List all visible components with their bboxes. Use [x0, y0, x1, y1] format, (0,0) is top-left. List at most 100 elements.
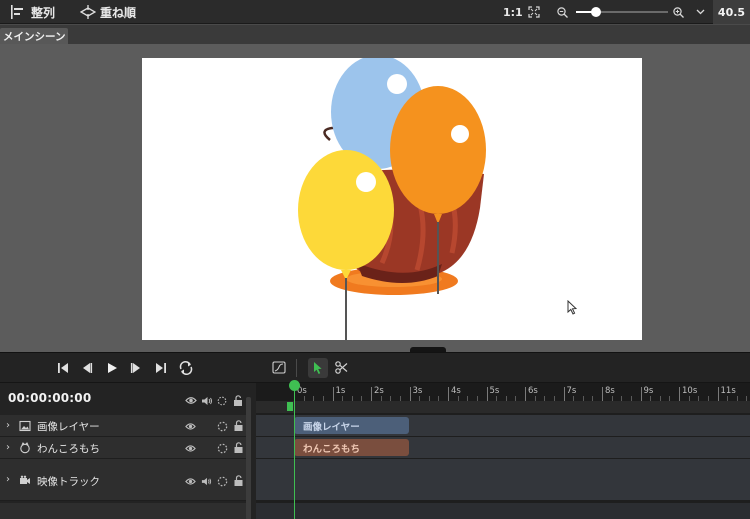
preview-area [0, 44, 750, 353]
ruler-tick [448, 387, 449, 401]
zoom-out-button[interactable] [557, 0, 568, 24]
ruler-tick [563, 387, 565, 401]
graph-editor-icon[interactable] [272, 361, 286, 374]
speaker-icon[interactable] [201, 396, 213, 406]
timeline-tracks-panel: 0s 1s 2s 3s 4s 5s 6s 7s 8s 9s 10s 11s 画像レイヤー わんころもち [256, 353, 750, 519]
step-forward-icon[interactable] [129, 361, 143, 375]
toolbar-divider [296, 359, 297, 377]
zoom-in-button[interactable] [673, 0, 684, 24]
ruler-label: 8s [605, 386, 615, 396]
ruler-tick [332, 387, 334, 401]
zoom-reset-button[interactable]: 1:1 [503, 0, 523, 24]
track-name: わんころもち [37, 443, 100, 455]
playhead-line [294, 383, 295, 519]
scissors-icon[interactable] [335, 361, 348, 374]
chevron-down-icon [696, 9, 705, 15]
lane-empty [256, 503, 750, 519]
tab-main-scene[interactable]: メインシーン [0, 28, 68, 45]
skip-to-end-icon[interactable] [154, 361, 168, 375]
clip-label: 画像レイヤー [303, 421, 360, 433]
pointer-icon [314, 362, 322, 374]
stack-order-label: 重ね順 [100, 5, 137, 20]
track-name: 映像トラック [37, 476, 100, 488]
ruler-label: 4s [451, 386, 461, 396]
expand-chevron-icon[interactable]: › [6, 420, 10, 431]
tab-main-scene-label: メインシーン [3, 31, 66, 43]
ruler-label: 6s [528, 386, 538, 396]
lane-image-layer: 画像レイヤー [256, 415, 750, 437]
zoom-slider[interactable] [576, 6, 668, 18]
unlock-icon[interactable] [233, 395, 243, 406]
hide-toggle-icon[interactable] [217, 443, 228, 454]
expand-chevron-icon[interactable]: › [6, 442, 10, 453]
ruler-label: 10s [682, 386, 698, 396]
orange-balloon [390, 86, 486, 214]
zoom-out-icon [557, 6, 568, 18]
ruler-tick [486, 387, 488, 401]
transport-controls [0, 353, 256, 383]
ruler-label: 7s [566, 386, 577, 396]
mouse-cursor-icon [567, 300, 577, 315]
zoom-dropdown-button[interactable] [696, 0, 705, 24]
eye-icon[interactable] [185, 443, 196, 454]
zoom-value-box[interactable]: 40.5 [713, 0, 750, 24]
work-area-bar[interactable] [256, 401, 750, 413]
step-back-icon[interactable] [80, 361, 94, 375]
clip-label: わんころもち [303, 443, 361, 455]
preview-canvas[interactable] [142, 58, 642, 340]
playhead-marker-flag [287, 402, 293, 411]
ruler-label: 5s [489, 386, 500, 396]
character-icon [20, 442, 30, 454]
ruler-label: 3s [412, 386, 423, 396]
unlock-icon[interactable] [233, 442, 244, 453]
ruler-label: 9s [643, 386, 654, 396]
align-label: 整列 [31, 5, 56, 20]
ruler-tick [602, 387, 603, 401]
lane-video [256, 459, 750, 501]
ruler-tick [409, 387, 411, 401]
image-icon [19, 420, 31, 432]
select-tool-button[interactable] [308, 358, 328, 378]
zoom-in-icon [673, 6, 684, 18]
skip-to-start-icon[interactable] [56, 361, 70, 375]
align-button[interactable]: 整列 [10, 0, 55, 24]
fit-screen-button[interactable] [528, 0, 540, 24]
unlock-icon[interactable] [233, 475, 244, 486]
layer-order-icon [80, 5, 96, 19]
timeline-tools [256, 353, 750, 383]
ruler-label: 1s [335, 386, 346, 396]
track-name: 画像レイヤー [37, 421, 100, 433]
hide-toggle-icon[interactable] [217, 396, 227, 406]
zoom-slider-thumb[interactable] [591, 7, 602, 17]
unlock-icon[interactable] [233, 420, 244, 431]
stack-order-button[interactable]: 重ね順 [80, 0, 136, 24]
timeline-panel: 00:00:00:00 › 画像レイヤー › わんころもち › 映像トラック 0… [0, 352, 750, 519]
speaker-icon[interactable] [201, 476, 212, 487]
track-row-character[interactable]: › わんころもち [0, 437, 250, 459]
playhead-handle[interactable] [289, 380, 300, 391]
eye-icon[interactable] [185, 476, 196, 487]
zoom-value: 40.5 [717, 5, 746, 19]
clip-character[interactable]: わんころもち [294, 439, 409, 456]
video-icon [20, 475, 30, 484]
clip-image-layer[interactable]: 画像レイヤー [294, 417, 409, 434]
eye-icon[interactable] [185, 396, 197, 405]
track-row-empty [0, 503, 250, 519]
vertical-scrollbar[interactable] [246, 397, 251, 519]
fit-screen-icon [528, 6, 540, 18]
expand-chevron-icon[interactable]: › [6, 474, 10, 485]
ruler-tick [525, 387, 526, 401]
loop-icon[interactable] [178, 360, 194, 376]
top-toolbar: 整列 重ね順 1:1 40.5 [0, 0, 750, 24]
hide-toggle-icon[interactable] [217, 421, 228, 432]
ruler-label: 2s [374, 386, 384, 396]
align-icon [11, 5, 23, 19]
hide-toggle-icon[interactable] [217, 476, 228, 487]
time-ruler[interactable]: 0s 1s 2s 3s 4s 5s 6s 7s 8s 9s 10s 11s [256, 383, 750, 401]
track-row-video[interactable]: › 映像トラック [0, 459, 250, 501]
play-icon[interactable] [105, 361, 119, 375]
eye-icon[interactable] [185, 421, 196, 432]
track-row-image-layer[interactable]: › 画像レイヤー [0, 415, 250, 437]
track-list-panel: 00:00:00:00 › 画像レイヤー › わんころもち › 映像トラック [0, 353, 256, 519]
ruler-label: 11s [720, 386, 736, 396]
